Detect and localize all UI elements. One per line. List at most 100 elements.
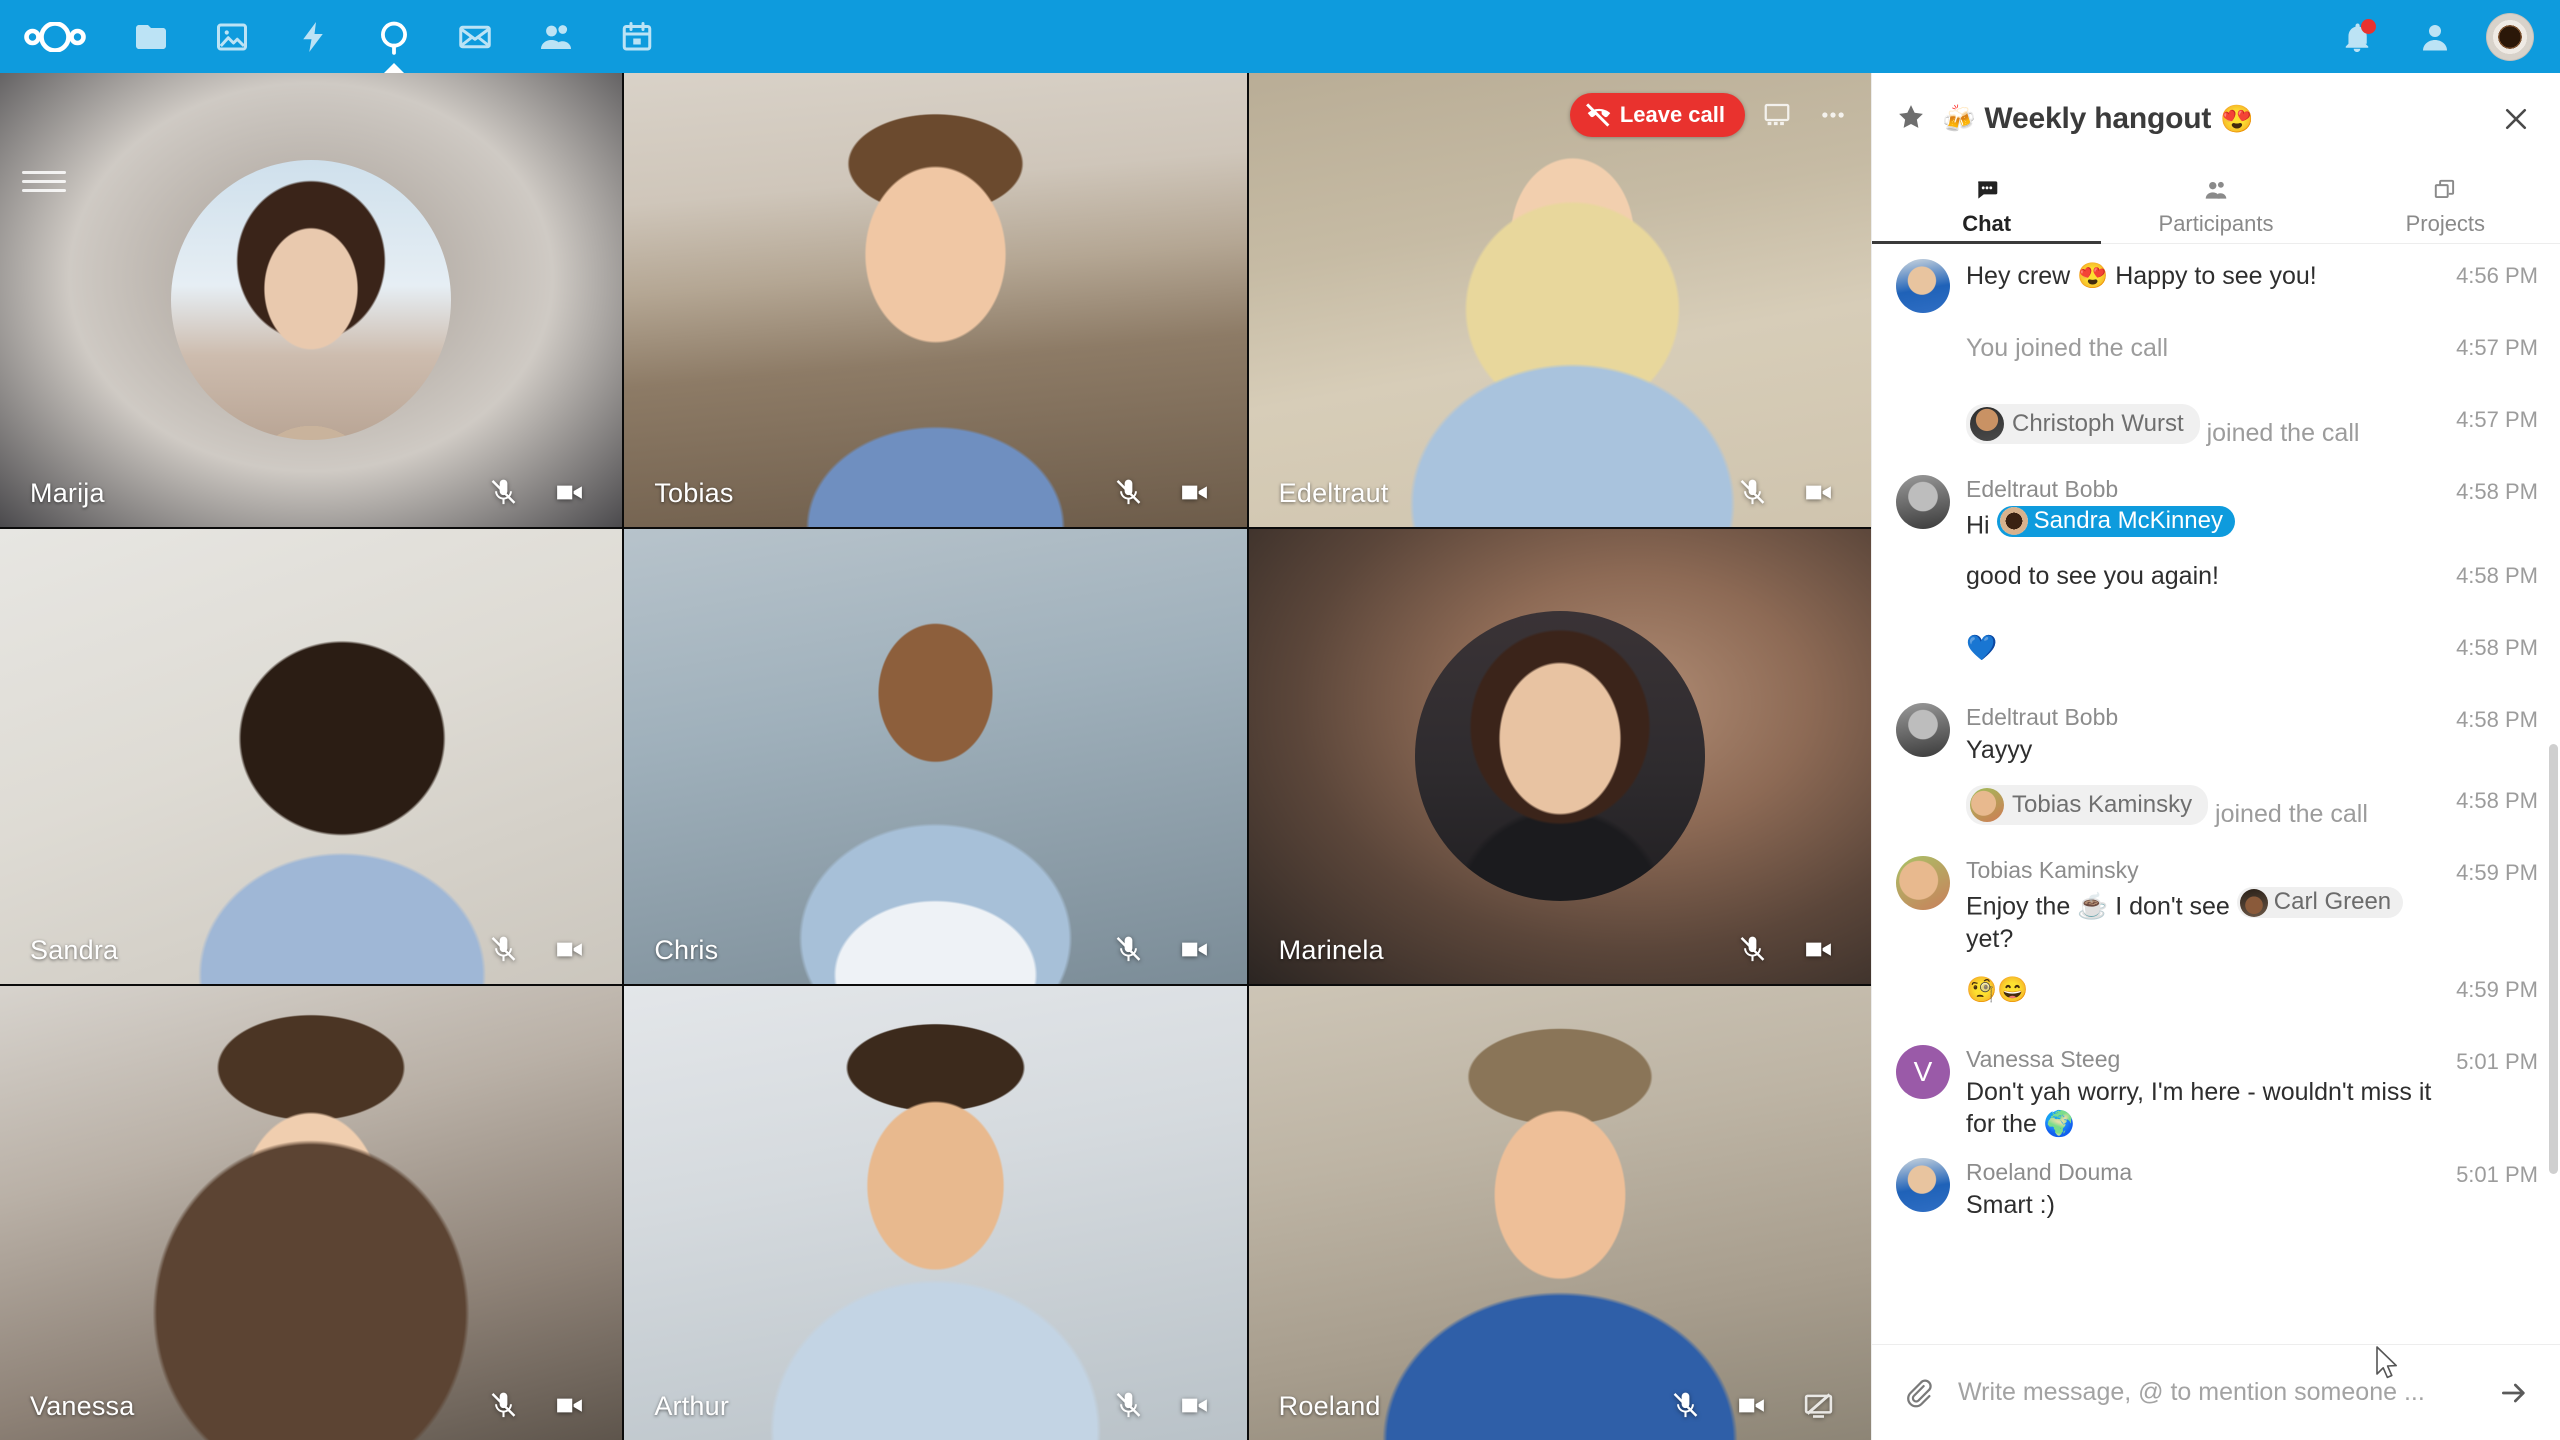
tile-controls xyxy=(1670,1389,1835,1422)
microphone-muted-icon[interactable] xyxy=(488,477,519,508)
tab-chat[interactable]: Chat xyxy=(1872,165,2102,244)
nav-item-talk[interactable] xyxy=(353,0,434,73)
hamburger-line xyxy=(22,179,66,183)
nav-item-photos[interactable] xyxy=(191,0,272,73)
mention-pill[interactable]: Sandra McKinney xyxy=(1996,506,2235,537)
more-options-button[interactable] xyxy=(1809,91,1857,139)
message-body: Tobias Kaminsky joined the call xyxy=(1966,784,2442,838)
sidebar-toggle-button[interactable] xyxy=(22,159,66,203)
camera-icon[interactable] xyxy=(1735,1389,1768,1422)
avatar-spacer xyxy=(1896,973,1950,1027)
tab-participants[interactable]: Participants xyxy=(2101,165,2330,243)
participant-tile-vanessa[interactable]: Vanessa xyxy=(0,985,623,1440)
video-feed xyxy=(624,73,1247,528)
chat-bubble-icon xyxy=(1977,181,1997,199)
mention-pill[interactable]: Carl Green xyxy=(2236,887,2404,919)
message-text: Enjoy the ☕ I don't see Carl Green yet? xyxy=(1966,887,2442,954)
participants-icon xyxy=(2205,181,2227,199)
notifications-button[interactable] xyxy=(2318,0,2396,73)
tab-projects[interactable]: Projects xyxy=(2331,165,2560,243)
nav-item-activity[interactable] xyxy=(272,0,353,73)
beer-emoji: 🍻 xyxy=(1942,104,1976,134)
text-before-mention: Enjoy the ☕ I don't see xyxy=(1966,892,2237,921)
message-time: 4:58 PM xyxy=(2456,788,2538,814)
attachment-button[interactable] xyxy=(1896,1371,1940,1415)
participant-tile-arthur[interactable]: Arthur xyxy=(624,985,1247,1440)
activity-bolt-icon xyxy=(302,21,323,52)
message-list-scrollbar[interactable] xyxy=(2549,744,2558,1174)
favorite-star-icon[interactable] xyxy=(1896,102,1926,137)
tab-chat-label: Chat xyxy=(1962,211,2012,236)
camera-icon[interactable] xyxy=(1178,933,1211,966)
avatar xyxy=(1896,1157,1950,1212)
message-body: good to see you again! xyxy=(1966,559,2442,613)
user-avatar[interactable] xyxy=(2486,12,2534,61)
leave-call-button[interactable]: Leave call xyxy=(1569,93,1745,137)
microphone-muted-icon[interactable] xyxy=(1670,1390,1701,1421)
message-time: 4:58 PM xyxy=(2456,635,2538,661)
microphone-muted-icon[interactable] xyxy=(1113,1390,1144,1421)
microphone-muted-icon[interactable] xyxy=(1737,934,1768,965)
microphone-muted-icon[interactable] xyxy=(488,934,519,965)
message-list[interactable]: Hey crew 😍 Happy to see you! 4:56 PM You… xyxy=(1872,244,2560,1344)
message-body: Edeltraut Bobb Hi Sandra McKinney xyxy=(1966,475,2442,541)
camera-icon[interactable] xyxy=(1802,476,1835,509)
nextcloud-logo[interactable] xyxy=(0,0,110,73)
participant-tile-marija[interactable]: Marija xyxy=(0,73,623,528)
contacts-menu-button[interactable] xyxy=(2396,0,2474,73)
talk-icon xyxy=(380,21,407,55)
heart-eyes-emoji: 😍 xyxy=(2220,104,2254,134)
leave-call-label: Leave call xyxy=(1619,102,1725,127)
nav-item-files[interactable] xyxy=(110,0,191,73)
message-time: 5:01 PM xyxy=(2456,1161,2538,1187)
message-time: 4:58 PM xyxy=(2456,479,2538,504)
app-navigation-icons xyxy=(0,0,677,73)
tile-controls xyxy=(1737,933,1835,966)
camera-icon[interactable] xyxy=(1178,1389,1211,1422)
participant-tile-edeltraut[interactable]: Edeltraut xyxy=(1248,73,1871,528)
message-text: Hey crew 😍 Happy to see you! xyxy=(1966,262,2317,290)
message-item: Edeltraut Bobb Hi Sandra McKinney 4:58 P… xyxy=(1872,466,2560,550)
message-time: 4:59 PM xyxy=(2456,860,2538,886)
user-pill[interactable]: Christoph Wurst xyxy=(1966,404,2200,444)
grid-view-button[interactable] xyxy=(1753,91,1801,139)
message-author: Edeltraut Bobb xyxy=(1966,476,2119,502)
message-text: 🧐😄 xyxy=(1966,975,2029,1004)
participant-tile-roeland[interactable]: Roeland xyxy=(1248,985,1871,1440)
camera-icon[interactable] xyxy=(1178,476,1211,509)
photos-icon xyxy=(216,23,247,50)
camera-icon[interactable] xyxy=(1802,933,1835,966)
message-author: Vanessa Steeg xyxy=(1966,1045,2121,1072)
tile-controls xyxy=(1113,1389,1211,1422)
nav-item-calendar[interactable] xyxy=(596,0,677,73)
video-feed xyxy=(624,529,1247,984)
participant-tile-marinela[interactable]: Marinela xyxy=(1248,529,1871,984)
avatar xyxy=(1896,475,1950,529)
contacts-icon xyxy=(540,24,571,49)
user-pill[interactable]: Tobias Kaminsky xyxy=(1966,785,2209,826)
camera-icon[interactable] xyxy=(553,476,586,509)
presentation-icon xyxy=(1764,103,1790,126)
nav-item-mail[interactable] xyxy=(434,0,515,73)
nav-item-contacts[interactable] xyxy=(515,0,596,73)
screenshare-icon[interactable] xyxy=(1802,1389,1835,1422)
microphone-muted-icon[interactable] xyxy=(1737,477,1768,508)
microphone-muted-icon[interactable] xyxy=(1113,477,1144,508)
participant-tile-sandra[interactable]: Sandra xyxy=(0,529,623,984)
camera-icon[interactable] xyxy=(553,933,586,966)
participant-tile-tobias[interactable]: Tobias xyxy=(624,73,1247,528)
participant-tile-chris[interactable]: Chris xyxy=(624,529,1247,984)
microphone-muted-icon[interactable] xyxy=(488,1390,519,1421)
top-right-actions xyxy=(2318,0,2560,73)
message-input[interactable] xyxy=(1958,1378,2472,1407)
message-item-join: Tobias Kaminsky joined the call 4:58 PM xyxy=(1872,775,2560,847)
send-arrow-icon xyxy=(2502,1383,2525,1402)
message-author: Roeland Douma xyxy=(1966,1158,2133,1185)
send-button[interactable] xyxy=(2490,1369,2538,1417)
microphone-muted-icon[interactable] xyxy=(1113,934,1144,965)
message-body: 💙 xyxy=(1966,631,2442,685)
join-suffix: joined the call xyxy=(2206,419,2360,447)
close-sidebar-button[interactable] xyxy=(2494,97,2538,141)
camera-icon[interactable] xyxy=(553,1389,586,1422)
message-text: good to see you again! xyxy=(1966,562,2219,591)
